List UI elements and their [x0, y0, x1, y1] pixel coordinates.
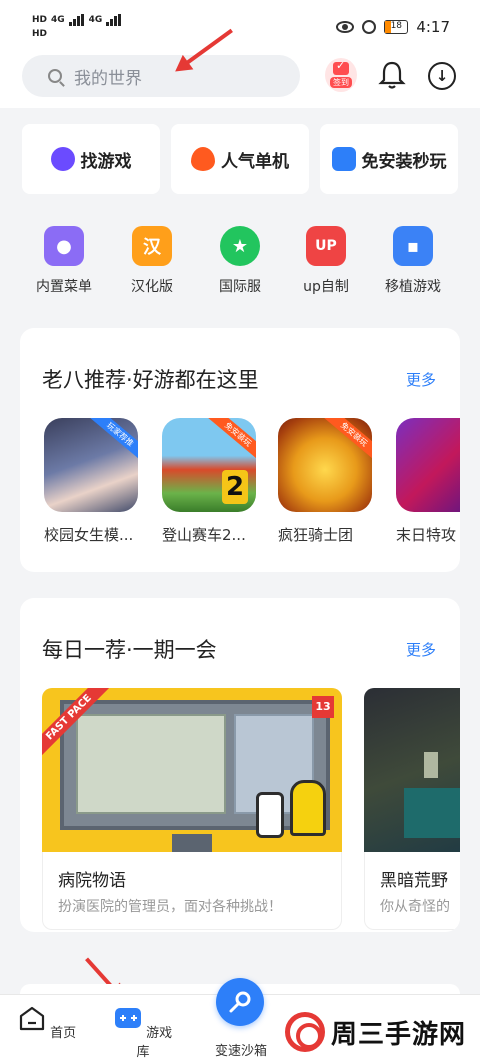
search-bar[interactable]: 我的世界 — [22, 55, 300, 97]
category-label: 国际服 — [219, 279, 261, 295]
search-placeholder: 我的世界 — [74, 68, 142, 89]
category-chinese[interactable]: 汉 汉化版 — [116, 226, 188, 296]
nav-library-label: 游戏库 — [136, 1026, 173, 1060]
tile-label: 免安装秒玩 — [361, 151, 447, 172]
featured-name: 黑暗荒野 — [380, 871, 448, 891]
doctor-character — [256, 792, 284, 838]
category-label: 移植游戏 — [385, 279, 441, 295]
teal-block — [404, 788, 460, 838]
game-name: 登山赛车2... — [162, 526, 246, 544]
battery-icon: 18 — [384, 20, 409, 34]
controller-icon — [331, 147, 356, 171]
watermark: 周三手游网 — [285, 1012, 466, 1052]
gamepad-icon — [114, 1008, 141, 1028]
globe-icon: ★ — [220, 226, 260, 266]
more-link[interactable]: 更多 — [406, 639, 436, 660]
game-tag: 玩家荐推 — [85, 418, 138, 466]
game-name: 疯狂骑士团 — [278, 526, 354, 544]
up-icon: UP — [306, 226, 346, 266]
han-glyph: 汉 — [143, 237, 161, 258]
game-thumbnail — [396, 418, 460, 512]
home-icon — [19, 1006, 45, 1031]
signal-icon-2 — [106, 14, 122, 26]
game-thumbnail: 免安装玩 2 — [162, 418, 256, 512]
robot-character — [290, 780, 326, 836]
recommend-section: 老八推荐·好游都在这里 更多 玩家荐推 校园女生模... 免安装玩 2 登山赛车… — [20, 328, 460, 572]
featured-name: 病院物语 — [58, 871, 126, 891]
watermark-logo-icon — [285, 1012, 325, 1052]
featured-desc: 扮演医院的管理员，面对各种挑战！ — [58, 899, 282, 915]
sim1-label: HD — [32, 15, 48, 25]
featured-image — [364, 688, 460, 852]
signal-indicators: HD 4G 4G HD — [32, 14, 122, 39]
han-icon: 汉 — [132, 226, 172, 266]
calendar-check-icon — [333, 59, 349, 75]
flame-icon — [191, 147, 215, 171]
daily-section: 每日一荐·一期一会 更多 FAST PACE 13 病院物语 扮演医院的管理员，… — [20, 598, 460, 932]
monitor-icon: ▪ — [393, 226, 433, 266]
game-item[interactable]: 玩家荐推 校园女生模... — [44, 418, 140, 545]
nav-library[interactable]: 游戏库 — [108, 1005, 178, 1060]
gamepad-icon — [50, 147, 75, 171]
nav-sandbox-label: 变速沙箱 — [214, 1044, 267, 1059]
category-label: 内置菜单 — [36, 279, 92, 295]
tile-label: 找游戏 — [80, 151, 132, 172]
alarm-icon — [362, 20, 377, 34]
search-icon — [48, 69, 62, 83]
game-thumbnail: 玩家荐推 — [44, 418, 138, 512]
status-bar: HD 4G 4G HD 18 4:17 — [0, 0, 480, 48]
game-name: 校园女生模... — [44, 526, 134, 544]
sim2-label: HD — [32, 29, 48, 39]
tile-find-game[interactable]: 找游戏 — [22, 124, 160, 194]
up-glyph: UP — [315, 238, 337, 254]
eye-comfort-icon — [336, 21, 355, 33]
key-icon — [229, 991, 251, 1013]
game-item[interactable]: 免安装玩 2 登山赛车2... — [162, 418, 258, 545]
net2-label: 4G — [88, 15, 103, 25]
featured-image: FAST PACE 13 — [42, 688, 342, 852]
nav-home[interactable]: 首页 — [12, 1005, 82, 1041]
game-tag: 免安装玩 — [319, 418, 372, 466]
category-up-made[interactable]: UP up自制 — [290, 226, 362, 296]
clock: 4:17 — [416, 18, 450, 36]
category-builtin-menu[interactable]: ● 内置菜单 — [28, 226, 100, 296]
section-title: 每日一荐·一期一会 — [42, 638, 217, 662]
menu-book-icon: ● — [44, 226, 84, 266]
net1-label: 4G — [51, 15, 65, 25]
battery-level: 18 — [390, 21, 403, 31]
character-sprite — [424, 752, 438, 778]
category-international[interactable]: ★ 国际服 — [204, 226, 276, 296]
game-item[interactable]: 末日特攻 — [396, 418, 460, 545]
section-title: 老八推荐·好游都在这里 — [42, 368, 259, 392]
category-label: 汉化版 — [131, 279, 173, 295]
game-name: 末日特攻 — [396, 526, 457, 544]
nav-home-label: 首页 — [50, 1026, 77, 1041]
more-link[interactable]: 更多 — [406, 369, 436, 390]
watermark-text: 周三手游网 — [331, 1019, 467, 1050]
bell-icon[interactable] — [378, 60, 406, 90]
number-two-badge: 2 — [222, 470, 248, 504]
tile-label: 人气单机 — [221, 151, 289, 172]
category-label: up自制 — [303, 279, 349, 295]
game-thumbnail: 免安装玩 — [278, 418, 372, 512]
signal-icon — [68, 14, 85, 26]
featured-game[interactable]: 黑暗荒野 你从奇怪的 — [364, 688, 460, 930]
top-header: 我的世界 签到 ↓ — [0, 48, 480, 108]
featured-desc: 你从奇怪的 — [380, 899, 450, 915]
game-tag: 免安装玩 — [203, 418, 256, 466]
category-ported[interactable]: ▪ 移植游戏 — [377, 226, 449, 296]
checkin-label: 签到 — [330, 77, 352, 88]
game-item[interactable]: 免安装玩 疯狂骑士团 — [278, 418, 374, 545]
level-badge: 13 — [312, 696, 334, 718]
monitor-stand — [172, 834, 212, 852]
download-icon[interactable]: ↓ — [428, 62, 456, 90]
checkin-button[interactable]: 签到 — [325, 58, 357, 92]
tile-instant-play[interactable]: 免安装秒玩 — [320, 124, 458, 194]
sandbox-button[interactable] — [216, 978, 264, 1026]
featured-game[interactable]: FAST PACE 13 病院物语 扮演医院的管理员，面对各种挑战！ — [42, 688, 342, 930]
tile-popular-offline[interactable]: 人气单机 — [171, 124, 309, 194]
